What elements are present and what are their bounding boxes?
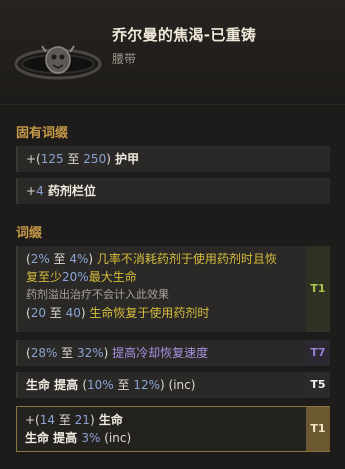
affix3-suffix: (inc) bbox=[164, 378, 196, 392]
affix2-max: 32% bbox=[77, 346, 104, 360]
affix3-min: 10% bbox=[87, 378, 114, 392]
affix1-text2a: 复至少 bbox=[26, 270, 63, 284]
affix4-l1text: 生命 bbox=[94, 413, 123, 427]
affix4-sep: 至 bbox=[55, 413, 75, 427]
affix2-text: 提高冷却恢复速度 bbox=[108, 346, 209, 360]
armor-prefix: +( bbox=[26, 152, 41, 166]
affix1-min: 2% bbox=[30, 252, 50, 266]
affix4-l1a: +( bbox=[25, 413, 40, 427]
affix1-l3text: 生命恢复于使用药剂时 bbox=[85, 306, 210, 320]
affix1-text2b: 20% bbox=[62, 270, 89, 284]
belt-icon bbox=[12, 30, 104, 88]
item-type: 腰带 bbox=[112, 52, 137, 66]
affix-row-flask-save: (2% 至 4%) 几率不消耗药剂于使用药剂时且恢 复至少20%最大生命 药剂溢… bbox=[16, 246, 330, 332]
affix2-sep: 至 bbox=[57, 346, 77, 360]
affix2-tier-badge: T7 bbox=[306, 340, 330, 366]
implicit-section-title: 固有词缀 bbox=[16, 126, 69, 141]
affix1-max: 4% bbox=[69, 252, 89, 266]
flask-slot-count: 4 bbox=[36, 184, 44, 198]
affix1-tier-badge: T1 bbox=[306, 246, 330, 332]
affix4-min: 14 bbox=[39, 413, 56, 427]
affix1-l3b: 20 bbox=[30, 306, 46, 320]
flask-slot-label: 药剂栏位 bbox=[43, 184, 96, 198]
implicit-armor-row: +(125 至 250) 护甲 bbox=[16, 146, 330, 172]
affix3-sep: 至 bbox=[113, 378, 134, 392]
affix3-tier-badge: T5 bbox=[306, 372, 330, 398]
affix4-line2: 生命 提高 3% (inc) bbox=[25, 429, 302, 447]
affix4-max: 21 bbox=[74, 413, 90, 427]
affix-row-life-inc: 生命 提高 (10% 至 12%) (inc) T5 bbox=[16, 372, 330, 398]
affix-row-cooldown: (28% 至 32%) 提高冷却恢复速度 T7 bbox=[16, 340, 330, 366]
affix4-line1: +(14 至 21) 生命 bbox=[25, 411, 302, 429]
armor-max: 250 bbox=[83, 152, 107, 166]
affix1-line1: (2% 至 4%) 几率不消耗药剂于使用药剂时且恢 bbox=[26, 250, 302, 268]
armor-label: 护甲 bbox=[110, 152, 140, 166]
affix4-tier-badge: T1 bbox=[306, 407, 330, 451]
affix4-l2a: 生命 提高 bbox=[25, 431, 82, 445]
affix3-text: 生命 提高 bbox=[26, 378, 83, 392]
affix1-text2c: 最大生命 bbox=[88, 270, 137, 284]
affix1-sep: 至 bbox=[49, 252, 70, 266]
item-tooltip: 乔尔曼的焦渴-已重铸 腰带 固有词缀 +(125 至 250) 护甲 +4 药剂… bbox=[0, 0, 345, 469]
affix3-max: 12% bbox=[133, 378, 161, 392]
affix4-l2c: (inc) bbox=[100, 431, 132, 445]
flask-prefix: + bbox=[26, 184, 37, 198]
item-name: 乔尔曼的焦渴-已重铸 bbox=[112, 26, 257, 44]
affix1-line2: 复至少20%最大生命 bbox=[26, 268, 302, 286]
implicit-flask-slot-row: +4 药剂栏位 bbox=[16, 178, 330, 204]
affix2-min: 28% bbox=[30, 346, 58, 360]
affix1-l3c: 至 bbox=[45, 306, 66, 320]
affix-row-life-flat: +(14 至 21) 生命 生命 提高 3% (inc) T1 bbox=[16, 406, 330, 452]
armor-range-sep: 至 bbox=[63, 152, 84, 166]
affix4-l2b: 3% bbox=[81, 431, 101, 445]
affix-section-title: 词缀 bbox=[16, 226, 43, 241]
affix1-note: 药剂溢出治疗不会计入此效果 bbox=[26, 288, 169, 301]
armor-min: 125 bbox=[40, 152, 64, 166]
affix1-line3: (20 至 40) 生命恢复于使用药剂时 bbox=[26, 304, 302, 322]
affix1-text1: 几率不消耗药剂于使用药剂时且恢 bbox=[93, 252, 277, 266]
affix1-l3d: 40 bbox=[65, 306, 81, 320]
tooltip-header: 乔尔曼的焦渴-已重铸 腰带 bbox=[0, 0, 345, 105]
